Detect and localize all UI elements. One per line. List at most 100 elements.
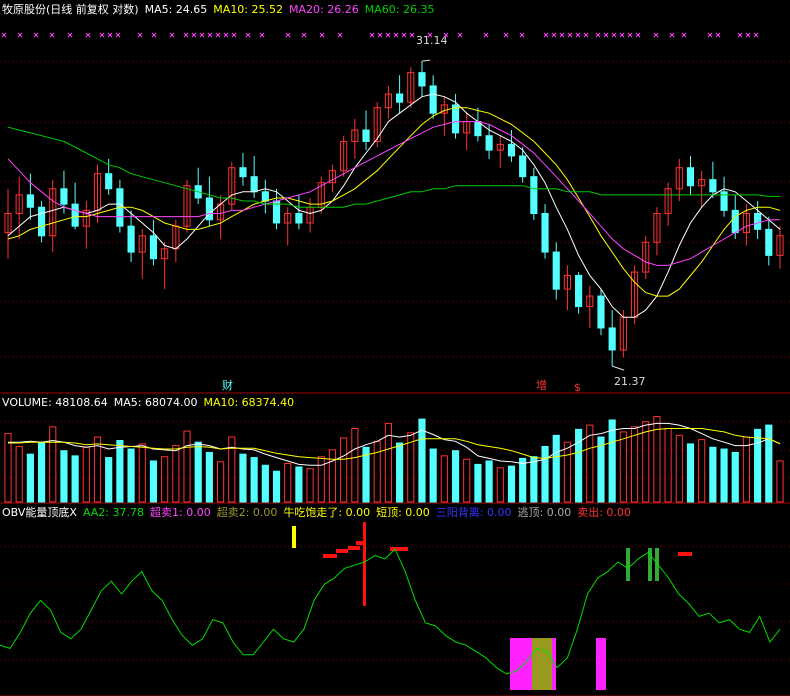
volume-bar bbox=[619, 431, 627, 503]
signal-x-mark bbox=[199, 32, 205, 38]
volume-bar bbox=[138, 443, 146, 503]
volume-bar bbox=[37, 441, 46, 503]
volume-ma5-line bbox=[8, 422, 781, 466]
candle-body bbox=[239, 167, 247, 178]
signal-x-mark bbox=[745, 32, 751, 38]
oversold-block bbox=[510, 638, 532, 690]
sell-dash bbox=[356, 541, 364, 545]
candle-body bbox=[754, 212, 762, 230]
volume-bar bbox=[686, 443, 695, 503]
signal-x-mark bbox=[207, 32, 213, 38]
signal-x-mark bbox=[401, 32, 407, 38]
candle-body bbox=[541, 212, 549, 253]
bull-signal-bar bbox=[626, 548, 630, 581]
volume-bar bbox=[228, 436, 236, 503]
candle-body bbox=[127, 225, 135, 253]
candle-body bbox=[552, 251, 560, 290]
signal-x-mark bbox=[543, 32, 549, 38]
volume-bar bbox=[217, 461, 225, 503]
signal-x-mark bbox=[301, 32, 307, 38]
volume-bar bbox=[630, 426, 639, 503]
volume-bar bbox=[93, 436, 102, 503]
volume-ma10-line bbox=[8, 428, 781, 460]
signal-x-mark bbox=[519, 32, 525, 38]
volume-bar bbox=[440, 455, 448, 503]
volume-bar bbox=[709, 446, 717, 503]
sell-dash bbox=[336, 549, 348, 553]
signal-x-mark bbox=[337, 32, 343, 38]
volume-bar bbox=[563, 441, 571, 503]
volume-bar bbox=[575, 428, 583, 503]
signal-x-mark bbox=[169, 32, 175, 38]
volume-bar bbox=[597, 436, 605, 503]
signal-x-mark bbox=[223, 32, 229, 38]
candle-body bbox=[519, 155, 527, 178]
sell-dash bbox=[348, 546, 360, 550]
candle-body bbox=[608, 327, 616, 351]
volume-bar bbox=[351, 428, 359, 503]
signal-x-mark bbox=[627, 32, 633, 38]
candle-body bbox=[575, 274, 583, 308]
candle-body bbox=[261, 191, 269, 202]
high-arrow bbox=[421, 59, 431, 62]
volume-bar bbox=[429, 448, 437, 503]
volume-bar bbox=[754, 428, 762, 503]
candle-body bbox=[530, 176, 538, 214]
signal-x-mark bbox=[715, 32, 721, 38]
price-ma5-line bbox=[7, 93, 781, 318]
volume-bar bbox=[116, 439, 124, 503]
candle-body bbox=[37, 206, 46, 237]
volume-bar bbox=[105, 457, 113, 503]
volume-bar bbox=[250, 457, 258, 503]
volume-bar bbox=[463, 458, 471, 503]
signal-x-mark bbox=[457, 32, 463, 38]
volume-bar bbox=[541, 445, 549, 503]
signal-x-mark bbox=[393, 32, 399, 38]
signal-x-mark bbox=[231, 32, 237, 38]
signal-x-mark bbox=[319, 32, 325, 38]
signal-x-mark bbox=[611, 32, 617, 38]
volume-bar bbox=[530, 456, 538, 503]
volume-bar bbox=[451, 450, 460, 503]
volume-bar bbox=[552, 434, 560, 503]
candle-body bbox=[362, 129, 370, 142]
candle-body bbox=[429, 85, 437, 114]
oversold-block bbox=[596, 638, 606, 690]
signal-x-mark bbox=[259, 32, 265, 38]
volume-bar bbox=[396, 442, 404, 503]
volume-bar bbox=[272, 470, 281, 503]
chart-canvas bbox=[0, 32, 790, 696]
obv-aa2-line bbox=[0, 548, 781, 675]
volume-bar bbox=[742, 436, 751, 503]
signal-x-mark bbox=[285, 32, 291, 38]
candle-body bbox=[709, 179, 717, 193]
candle-body bbox=[295, 212, 303, 224]
sell-dash bbox=[678, 552, 692, 556]
volume-bar bbox=[172, 445, 180, 503]
candle-body bbox=[765, 228, 773, 256]
volume-bar bbox=[127, 448, 135, 503]
oversold2-block bbox=[532, 638, 552, 690]
signal-x-mark bbox=[85, 32, 91, 38]
signal-x-mark bbox=[753, 32, 759, 38]
volume-bar bbox=[284, 463, 292, 503]
volume-bar bbox=[765, 424, 773, 503]
signal-x-mark bbox=[619, 32, 625, 38]
volume-bar bbox=[161, 456, 169, 503]
candle-body bbox=[26, 194, 34, 208]
volume-bar bbox=[261, 464, 269, 503]
volume-bar bbox=[519, 457, 527, 503]
signal-x-mark bbox=[115, 32, 121, 38]
sell-signal-bar bbox=[363, 522, 366, 606]
signal-x-mark bbox=[151, 32, 157, 38]
signal-x-mark bbox=[377, 32, 383, 38]
signal-x-mark bbox=[681, 32, 687, 38]
volume-bar bbox=[49, 426, 57, 503]
volume-bar bbox=[15, 445, 23, 503]
volume-bar bbox=[496, 467, 504, 503]
candle-body bbox=[451, 104, 460, 134]
signal-x-mark bbox=[583, 32, 589, 38]
signal-x-mark bbox=[653, 32, 659, 38]
candle-body bbox=[149, 235, 158, 260]
volume-bar bbox=[776, 460, 784, 503]
